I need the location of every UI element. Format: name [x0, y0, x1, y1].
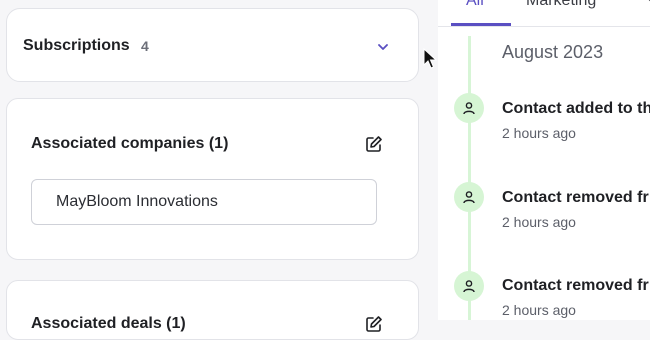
- associated-deals-title: Associated deals (1): [31, 315, 186, 332]
- subscriptions-count: 4: [141, 38, 149, 54]
- subscriptions-title: Subscriptions: [23, 37, 130, 54]
- timeline-event-time: 2 hours ago: [502, 214, 576, 230]
- timeline-event-time: 2 hours ago: [502, 125, 576, 141]
- timeline-event-title[interactable]: Contact added to th: [502, 100, 650, 118]
- edit-icon[interactable]: [365, 135, 383, 153]
- activity-tabs: All Marketing: [438, 0, 650, 27]
- subscriptions-card[interactable]: Subscriptions 4: [6, 8, 419, 82]
- timeline-month: August 2023: [502, 42, 604, 62]
- more-icon[interactable]: [642, 0, 650, 6]
- tab-marketing[interactable]: Marketing: [526, 0, 596, 10]
- timeline-event-title[interactable]: Contact removed fr: [502, 189, 649, 207]
- company-chip[interactable]: MayBloom Innovations: [31, 179, 377, 225]
- person-icon: [454, 182, 484, 212]
- timeline-event-title[interactable]: Contact removed fr: [502, 277, 649, 295]
- timeline-event-time: 2 hours ago: [502, 302, 576, 318]
- mouse-cursor-icon: [423, 47, 438, 70]
- tab-all[interactable]: All: [466, 0, 484, 10]
- associated-deals-card: Associated deals (1): [6, 280, 419, 340]
- chevron-down-icon[interactable]: [375, 39, 391, 55]
- activity-panel: All Marketing August 2023 Contact added …: [438, 0, 650, 320]
- associated-companies-card: Associated companies (1) MayBloom Innova…: [6, 98, 419, 260]
- active-tab-indicator: [451, 23, 511, 26]
- person-icon: [454, 271, 484, 301]
- edit-icon[interactable]: [365, 315, 383, 333]
- person-icon: [454, 93, 484, 123]
- associated-companies-title: Associated companies (1): [31, 135, 229, 152]
